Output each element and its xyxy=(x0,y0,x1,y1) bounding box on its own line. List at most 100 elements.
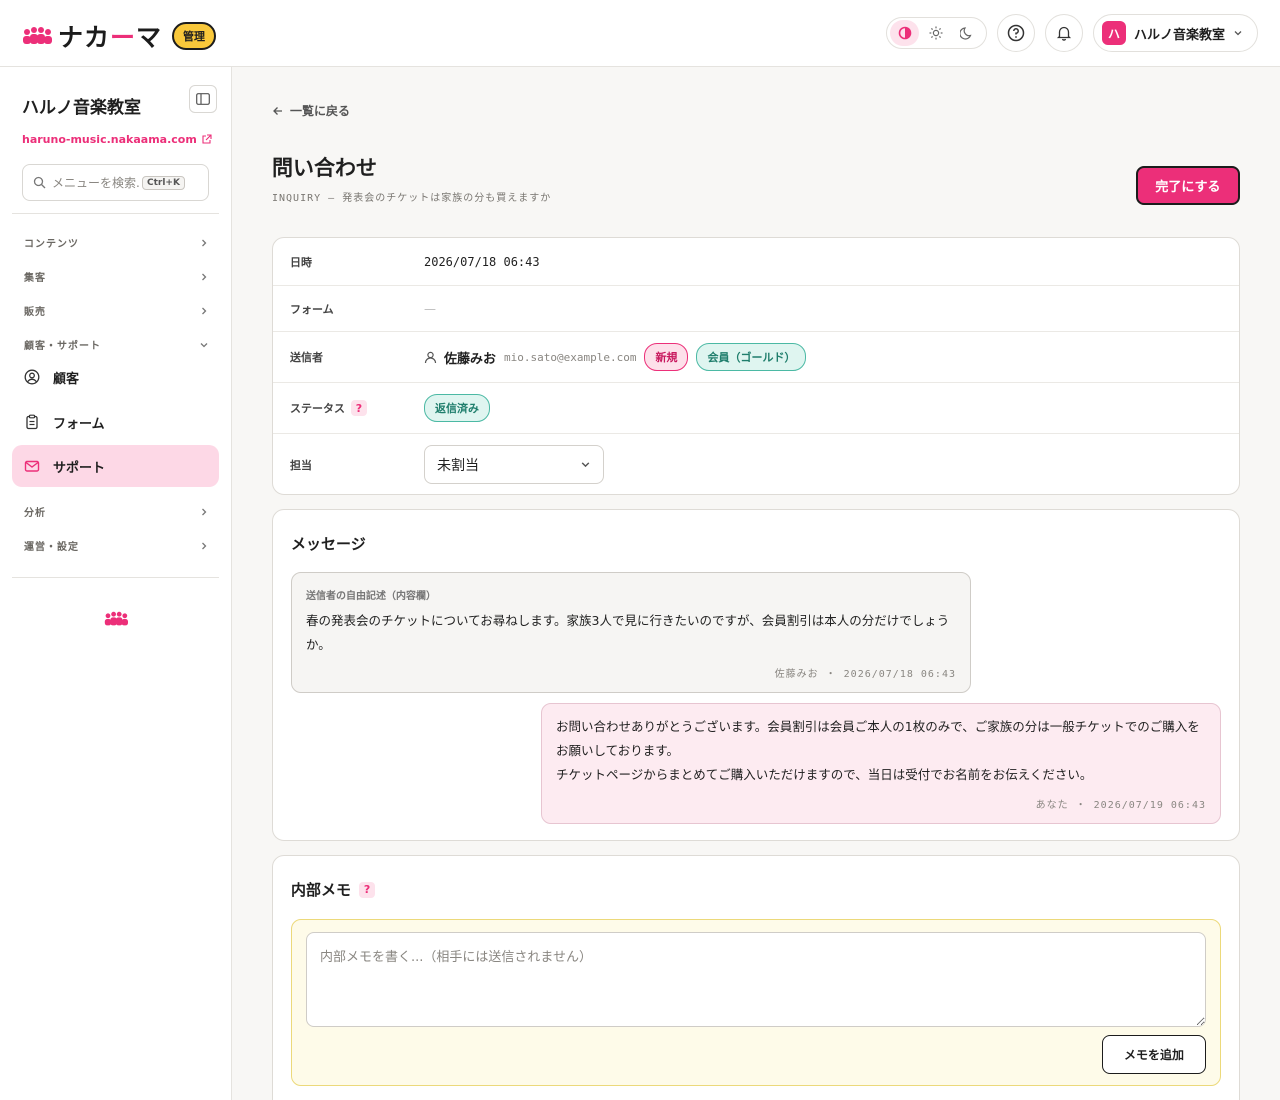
nav-group-sales[interactable]: 販売 xyxy=(24,303,209,318)
user-circle-icon xyxy=(24,369,40,385)
account-avatar: ハ xyxy=(1102,21,1126,45)
brand-footer-logo-icon xyxy=(104,611,128,626)
incoming-message-header: 送信者の自由記述（内容欄） xyxy=(306,591,436,602)
help-button[interactable] xyxy=(997,14,1035,52)
nav-group-label: コンテンツ xyxy=(24,239,79,250)
sidebar-divider xyxy=(12,577,219,578)
sidebar-collapse-button[interactable] xyxy=(189,85,217,113)
sidebar-item-label: 顧客 xyxy=(53,371,80,387)
nav-group-label: 分析 xyxy=(24,508,46,519)
outgoing-message-line: お問い合わせありがとうございます。会員割引は会員ご本人の1枚のみで、ご家族の分は… xyxy=(556,719,1200,758)
chevron-right-icon xyxy=(202,307,207,314)
status-badge: 返信済み xyxy=(424,394,490,422)
arrow-left-icon xyxy=(273,106,282,115)
sidebar-toggle-icon xyxy=(196,93,210,105)
clipboard-icon xyxy=(26,414,38,430)
nav-group-label: 集客 xyxy=(24,273,46,284)
incoming-message-meta: 佐藤みお ・ 2026/07/18 06:43 xyxy=(774,669,956,680)
nav-group-operations[interactable]: 運営・設定 xyxy=(24,538,209,553)
status-label-text: ステータス xyxy=(290,402,345,415)
sender-label: 送信者 xyxy=(290,351,323,364)
org-url-text: haruno-music.nakaama.com xyxy=(22,133,197,146)
chevron-down-icon xyxy=(581,462,590,468)
nav-group-attract[interactable]: 集客 xyxy=(24,269,209,284)
sidebar-item-forms[interactable]: フォーム xyxy=(12,401,219,443)
nav-group-customer-support[interactable]: 顧客・サポート xyxy=(24,337,209,352)
sidebar-divider xyxy=(12,213,219,214)
messages-card: メッセージ 送信者の自由記述（内容欄） 春の発表会のチケットについてお尋ねします… xyxy=(272,509,1240,841)
outgoing-message-body: お問い合わせありがとうございます。会員割引は会員ご本人の1枚のみで、ご家族の分は… xyxy=(556,715,1211,787)
chevron-down-icon xyxy=(200,342,208,347)
page-title: 問い合わせ xyxy=(272,156,377,180)
sidebar-item-customers[interactable]: 顧客 xyxy=(12,356,219,398)
assignee-value-wrap: 未割当 xyxy=(424,445,604,484)
nav-group-analytics[interactable]: 分析 xyxy=(24,504,209,519)
top-bar: ナカーマ 管理 ハ ハルノ音楽教室 xyxy=(0,0,1280,67)
user-icon xyxy=(424,351,437,363)
account-name: ハルノ音楽教室 xyxy=(1134,27,1226,43)
assignee-selected-value: 未割当 xyxy=(437,457,479,474)
outgoing-message-meta: あなた ・ 2026/07/19 06:43 xyxy=(1035,800,1206,811)
org-url-link[interactable]: haruno-music.nakaama.com xyxy=(22,133,212,146)
sender-email: mio.sato@example.com xyxy=(504,350,637,364)
datetime-value: 2026/07/18 06:43 xyxy=(424,254,540,269)
assignee-label: 担当 xyxy=(290,458,312,472)
bell-icon xyxy=(1056,26,1072,41)
internal-memo-card: 内部メモ ? メモを追加 xyxy=(272,855,1240,1100)
page-subtitle: INQUIRY — 発表会のチケットは家族の分も買えますか xyxy=(272,193,552,204)
outgoing-message: お問い合わせありがとうございます。会員割引は会員ご本人の1枚のみで、ご家族の分は… xyxy=(541,703,1221,824)
memo-help-icon[interactable]: ? xyxy=(359,881,376,898)
theme-light-button[interactable] xyxy=(921,20,950,46)
sidebar: ハルノ音楽教室 haruno-music.nakaama.com Ctrl+K … xyxy=(0,67,232,1100)
form-value: — xyxy=(424,301,436,316)
status-label: ステータス ? xyxy=(290,400,367,416)
detail-row-datetime: 日時 2026/07/18 06:43 xyxy=(273,238,1239,286)
new-badge: 新規 xyxy=(644,343,689,371)
detail-row-assignee: 担当 未割当 xyxy=(273,434,1239,495)
sidebar-item-support[interactable]: サポート xyxy=(12,445,219,487)
chevron-right-icon xyxy=(202,273,207,280)
incoming-message-body: 春の発表会のチケットについてお尋ねします。家族3人で見に行きたいのですが、会員割… xyxy=(306,613,950,652)
mail-icon xyxy=(24,460,40,472)
detail-row-status: ステータス ? 返信済み xyxy=(273,383,1239,434)
sidebar-item-label: サポート xyxy=(53,460,106,476)
chevron-right-icon xyxy=(202,508,207,515)
menu-search-input[interactable] xyxy=(52,175,140,190)
status-help-icon[interactable]: ? xyxy=(351,400,367,416)
status-value-wrap: 返信済み xyxy=(424,394,490,422)
memo-textarea[interactable] xyxy=(306,932,1206,1027)
memo-editor: メモを追加 xyxy=(291,919,1221,1086)
brand[interactable]: ナカーマ 管理 xyxy=(22,18,217,54)
moon-icon xyxy=(959,27,971,40)
complete-button[interactable]: 完了にする xyxy=(1136,166,1240,205)
sender-info: 佐藤みお mio.sato@example.com 新規 会員（ゴールド） xyxy=(424,343,807,371)
brand-logo-icon xyxy=(23,27,52,44)
menu-search[interactable]: Ctrl+K xyxy=(22,164,209,201)
notifications-button[interactable] xyxy=(1045,14,1083,52)
account-menu[interactable]: ハ ハルノ音楽教室 xyxy=(1093,14,1258,52)
sender-name[interactable]: 佐藤みお xyxy=(444,348,496,367)
theme-dark-button[interactable] xyxy=(952,20,981,46)
search-shortcut-hint: Ctrl+K xyxy=(142,175,185,190)
back-to-list-link[interactable]: 一覧に戻る xyxy=(272,102,350,119)
add-memo-button[interactable]: メモを追加 xyxy=(1102,1035,1206,1074)
nav-group-label: 販売 xyxy=(24,307,46,318)
theme-switch xyxy=(886,17,987,49)
contrast-icon xyxy=(898,26,911,40)
sidebar-item-label: フォーム xyxy=(53,416,105,432)
back-link-label: 一覧に戻る xyxy=(290,104,351,118)
org-name: ハルノ音楽教室 xyxy=(22,98,141,118)
theme-auto-button[interactable] xyxy=(890,20,919,46)
member-badge: 会員（ゴールド） xyxy=(696,343,807,371)
messages-title: メッセージ xyxy=(291,535,366,553)
assignee-select[interactable]: 未割当 xyxy=(424,445,604,484)
search-icon xyxy=(33,176,46,189)
form-label: フォーム xyxy=(290,302,334,316)
detail-row-sender: 送信者 佐藤みお mio.sato@example.com 新規 会員（ゴールド… xyxy=(273,332,1239,383)
chevron-down-icon xyxy=(1234,31,1242,36)
nav-group-content[interactable]: コンテンツ xyxy=(24,235,209,250)
inquiry-details-card: 日時 2026/07/18 06:43 フォーム — 送信者 佐藤みお mio.… xyxy=(272,237,1240,495)
outgoing-message-line: チケットページからまとめてご購入いただけますので、当日は受付でお名前をお伝えくだ… xyxy=(556,767,1093,782)
incoming-message: 送信者の自由記述（内容欄） 春の発表会のチケットについてお尋ねします。家族3人で… xyxy=(291,572,971,693)
detail-row-form: フォーム — xyxy=(273,286,1239,332)
